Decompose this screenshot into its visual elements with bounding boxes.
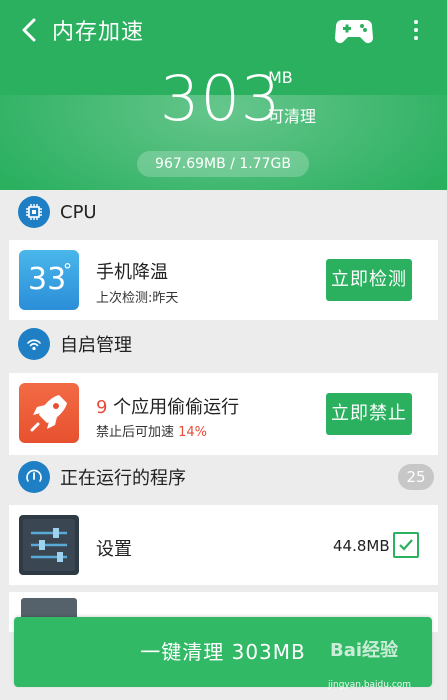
releasable-unit: MB <box>268 68 293 87</box>
autostart-section-title: 自启管理 <box>60 335 132 356</box>
releasable-amount: 303 <box>160 62 282 135</box>
gauge-icon <box>18 461 50 493</box>
page-title: 内存加速 <box>52 20 145 45</box>
settings-sliders-icon <box>19 515 79 575</box>
app-memory-size: 44.8MB <box>333 537 390 555</box>
autostart-card: 9 个应用偷偷运行 禁止后可加速 14% 立即禁止 <box>9 373 438 455</box>
speedup-text: 禁止后可加速 14% <box>96 421 207 440</box>
temperature-degree: ° <box>63 260 72 281</box>
autostart-section-header: 自启管理 <box>0 325 447 363</box>
gamepad-icon <box>335 20 373 44</box>
check-now-button[interactable]: 立即检测 <box>326 259 412 301</box>
more-menu-button[interactable] <box>404 12 428 48</box>
cool-down-title: 手机降温 <box>96 262 168 283</box>
temperature-value: 33 <box>28 262 67 297</box>
baidu-watermark: Bai经验 jingyan.baidu.com <box>320 636 440 696</box>
checkmark-icon <box>399 539 413 551</box>
cool-down-card: 33 ° 手机降温 上次检测:昨天 立即检测 <box>9 240 438 320</box>
speedup-percent: 14% <box>178 425 208 440</box>
last-check-text: 上次检测:昨天 <box>96 291 179 306</box>
more-vertical-icon <box>414 20 418 24</box>
watermark-url: jingyan.baidu.com <box>328 680 412 690</box>
app-select-checkbox[interactable] <box>393 532 419 558</box>
autostart-title: 9 个应用偷偷运行 <box>96 393 239 419</box>
running-count-badge: 25 <box>398 464 434 490</box>
memory-usage-badge: 967.69MB / 1.77GB <box>137 151 309 177</box>
back-button[interactable] <box>14 12 44 48</box>
disable-now-button[interactable]: 立即禁止 <box>326 393 412 435</box>
app-count: 9 <box>96 397 108 418</box>
thermometer-icon: 33 ° <box>19 250 79 310</box>
game-button[interactable] <box>334 14 374 46</box>
chevron-left-icon <box>22 18 36 42</box>
app-name: 设置 <box>96 539 132 560</box>
rocket-icon <box>19 383 79 443</box>
cpu-section-title: CPU <box>60 201 97 223</box>
running-section-title: 正在运行的程序 <box>60 468 186 489</box>
cpu-chip-icon <box>18 196 50 228</box>
cpu-section-header: CPU <box>0 193 447 231</box>
running-section-header: 正在运行的程序 <box>0 458 447 496</box>
autostart-title-text: 个应用偷偷运行 <box>107 397 240 418</box>
watermark-logo: Bai经验 <box>330 640 399 661</box>
speedup-prefix: 禁止后可加速 <box>96 425 179 440</box>
header-bar: 内存加速 303 MB 可清理 967.69MB / 1.77GB <box>0 0 447 190</box>
running-app-row[interactable]: 设置 44.8MB <box>9 505 438 585</box>
releasable-label: 可清理 <box>268 107 317 126</box>
wifi-signal-icon <box>18 328 50 360</box>
